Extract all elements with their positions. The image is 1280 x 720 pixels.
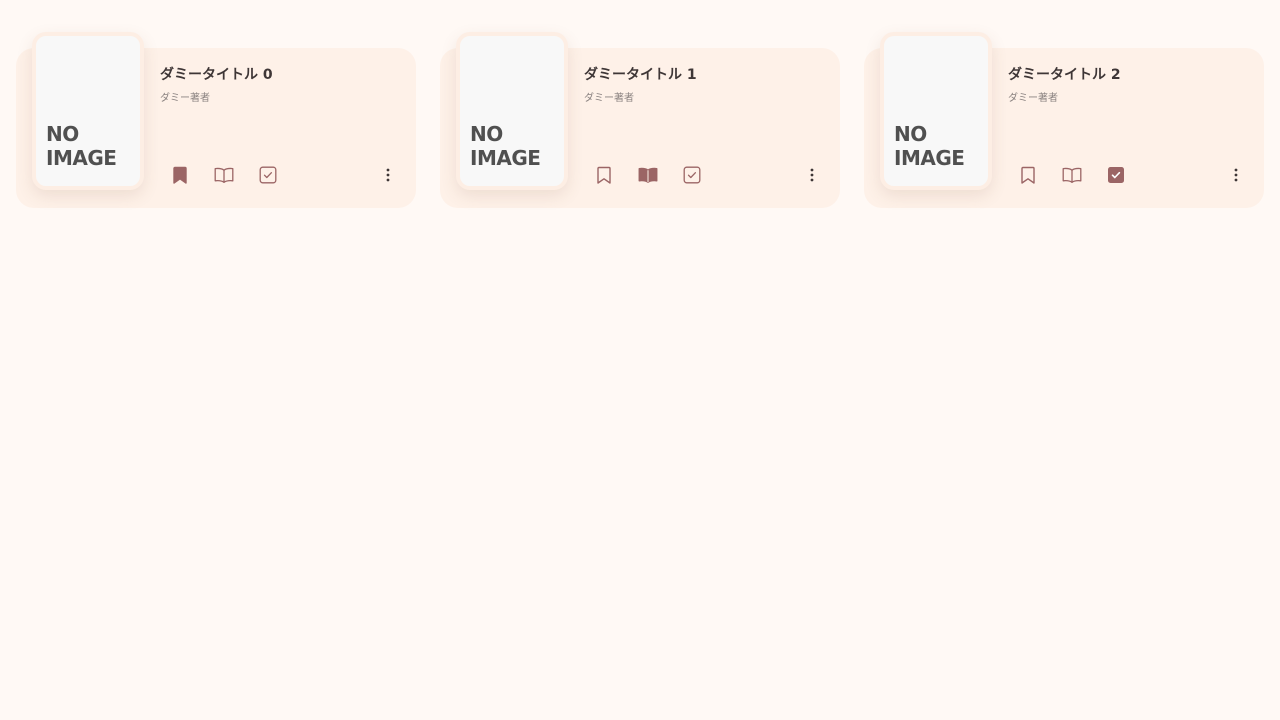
done-button[interactable]: [1104, 162, 1128, 188]
more-options-button[interactable]: [376, 163, 400, 189]
book-card[interactable]: NO IMAGE ダミータイトル 2 ダミー著者: [864, 32, 1264, 208]
book-author: ダミー著者: [584, 93, 634, 104]
book-cover[interactable]: NO IMAGE: [456, 32, 568, 190]
done-button[interactable]: [680, 162, 704, 188]
reading-button[interactable]: [1060, 162, 1084, 188]
open-book-icon: [1062, 167, 1082, 183]
book-card[interactable]: NO IMAGE ダミータイトル 1 ダミー著者: [440, 32, 840, 208]
no-image-placeholder: NO IMAGE: [470, 122, 541, 170]
more-options-button[interactable]: [1224, 163, 1248, 189]
bookmark-button[interactable]: [1016, 162, 1040, 188]
book-title: ダミータイトル 0: [160, 67, 273, 83]
book-title: ダミータイトル 2: [1008, 67, 1121, 83]
reading-button[interactable]: [636, 162, 660, 188]
book-author: ダミー著者: [160, 93, 210, 104]
more-vert-icon: [810, 167, 814, 186]
bookmark-button[interactable]: [168, 162, 192, 188]
done-button[interactable]: [256, 162, 280, 188]
checkbox-icon: [259, 166, 277, 184]
status-actions: [168, 162, 280, 188]
more-vert-icon: [1234, 167, 1238, 186]
bookmark-icon: [173, 166, 187, 184]
book-cover[interactable]: NO IMAGE: [880, 32, 992, 190]
book-author: ダミー著者: [1008, 93, 1058, 104]
bookmark-icon: [597, 166, 611, 184]
checkbox-icon: [683, 166, 701, 184]
book-card[interactable]: NO IMAGE ダミータイトル 0 ダミー著者: [16, 32, 416, 208]
no-image-placeholder: NO IMAGE: [46, 122, 117, 170]
book-card-list: NO IMAGE ダミータイトル 0 ダミー著者 NO IMAGE ダミータイト…: [16, 32, 1264, 208]
book-cover[interactable]: NO IMAGE: [32, 32, 144, 190]
checkbox-icon: [1107, 166, 1125, 184]
open-book-icon: [214, 167, 234, 183]
status-actions: [592, 162, 704, 188]
bookmark-icon: [1021, 166, 1035, 184]
open-book-icon: [638, 167, 658, 183]
no-image-placeholder: NO IMAGE: [894, 122, 965, 170]
book-title: ダミータイトル 1: [584, 67, 697, 83]
more-vert-icon: [386, 167, 390, 186]
bookmark-button[interactable]: [592, 162, 616, 188]
more-options-button[interactable]: [800, 163, 824, 189]
reading-button[interactable]: [212, 162, 236, 188]
status-actions: [1016, 162, 1128, 188]
